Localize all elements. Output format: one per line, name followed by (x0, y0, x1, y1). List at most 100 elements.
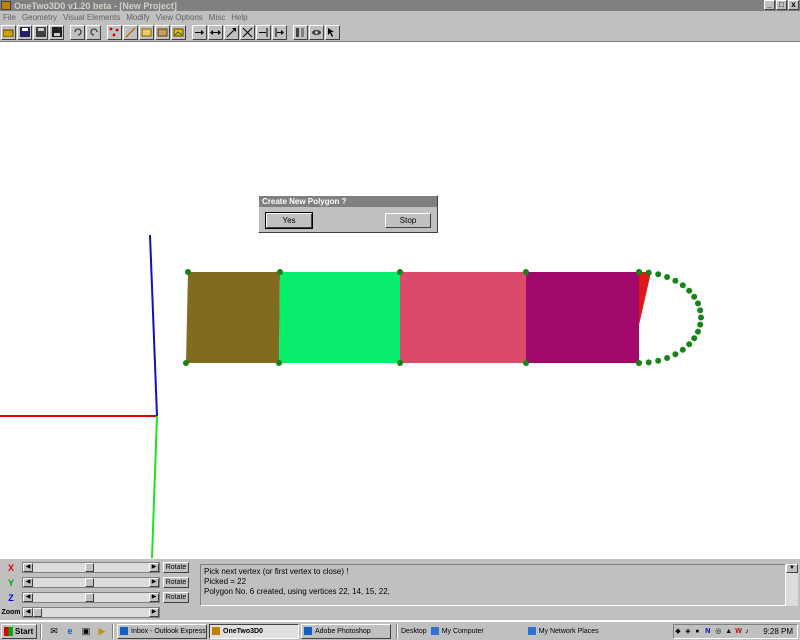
slider-left-arrow-icon[interactable]: ◀ (23, 578, 33, 587)
polygon-pink[interactable] (400, 272, 526, 363)
outlook-quicklaunch-icon[interactable]: ✉ (47, 624, 61, 638)
menu-visual-elements[interactable]: Visual Elements (63, 13, 120, 22)
open-icon[interactable] (1, 24, 16, 40)
select-icon[interactable] (325, 24, 340, 40)
desktop-link[interactable]: Desktop (401, 628, 427, 635)
task-onetwo3d0[interactable]: OneTwo3D0 (209, 623, 299, 639)
export-icon[interactable] (33, 24, 48, 40)
tray-icon[interactable]: W (735, 628, 743, 636)
polygon-red-sliver[interactable] (639, 272, 651, 325)
polygon-brown[interactable] (186, 272, 280, 363)
minimize-button[interactable]: _ (764, 0, 775, 10)
task-outlook[interactable]: Inbox - Outlook Express (117, 623, 207, 639)
save-icon[interactable] (17, 24, 32, 40)
texture-tool-icon[interactable] (155, 24, 170, 40)
log-scrollbar[interactable]: ▲ ▼ (786, 564, 798, 606)
slider-left-arrow-icon[interactable]: ◀ (23, 593, 33, 602)
line-tool-icon[interactable] (123, 24, 138, 40)
my-computer-link[interactable]: My Computer (430, 627, 484, 635)
yes-button[interactable]: Yes (265, 212, 313, 229)
menu-view-options[interactable]: View Options (156, 13, 203, 22)
move-both-icon[interactable] (208, 24, 223, 40)
arc-vertex[interactable] (655, 271, 662, 278)
slider-right-arrow-icon[interactable]: ▶ (149, 578, 159, 587)
speaker-icon[interactable]: ♪ (745, 628, 753, 636)
vertex[interactable] (183, 360, 189, 366)
vertex[interactable] (185, 269, 191, 275)
rotate-icon[interactable] (224, 24, 239, 40)
vertex[interactable] (276, 360, 282, 366)
polygon-purple[interactable] (526, 272, 639, 363)
slider-right-arrow-icon[interactable]: ▶ (149, 563, 159, 572)
slider-thumb[interactable] (85, 578, 94, 587)
menu-modify[interactable]: Modify (126, 13, 150, 22)
arc-vertex[interactable] (698, 314, 704, 321)
network-places-link[interactable]: My Network Places (527, 627, 599, 635)
close-button[interactable]: x (788, 0, 799, 10)
arc-vertex[interactable] (691, 335, 698, 342)
snap-icon[interactable] (272, 24, 287, 40)
tray-icon[interactable]: N (705, 628, 713, 636)
arc-vertex[interactable] (655, 357, 662, 364)
z-rotate-button[interactable]: Rotate (163, 592, 189, 603)
x-rotate-button[interactable]: Rotate (163, 562, 189, 573)
align-icon[interactable] (256, 24, 271, 40)
task-photoshop[interactable]: Adobe Photoshop (301, 623, 391, 639)
slider-thumb[interactable] (85, 593, 94, 602)
z-rotate-slider[interactable]: ◀ ▶ (22, 592, 160, 603)
vertex[interactable] (397, 360, 403, 366)
tray-icon[interactable]: ◆ (675, 628, 683, 636)
arc-vertex[interactable] (686, 341, 693, 348)
tray-icon[interactable]: ● (695, 628, 703, 636)
arc-vertex[interactable] (695, 300, 701, 307)
stop-button[interactable]: Stop (385, 213, 431, 228)
image-tool-icon[interactable] (171, 24, 186, 40)
menu-geometry[interactable]: Geometry (22, 13, 57, 22)
scene-canvas[interactable] (0, 42, 800, 558)
ie-quicklaunch-icon[interactable]: e (63, 624, 77, 638)
save-as-icon[interactable] (49, 24, 64, 40)
view-icon[interactable] (293, 24, 308, 40)
slider-right-arrow-icon[interactable]: ▶ (149, 593, 159, 602)
tray-icon[interactable]: ◎ (715, 628, 723, 636)
arc-vertex[interactable] (645, 359, 652, 366)
scroll-down-arrow-icon[interactable]: ▼ (786, 564, 798, 573)
arc-vertex[interactable] (664, 355, 671, 361)
polygon-tool-icon[interactable] (139, 24, 154, 40)
arc-vertex[interactable] (645, 269, 652, 276)
arc-vertex[interactable] (691, 293, 698, 300)
start-button[interactable]: Start (1, 623, 37, 639)
y-rotate-slider[interactable]: ◀ ▶ (22, 577, 160, 588)
undo-icon[interactable] (70, 24, 85, 40)
vertex[interactable] (523, 269, 529, 275)
vertex[interactable] (397, 269, 403, 275)
vertex[interactable] (523, 360, 529, 366)
redo-icon[interactable] (86, 24, 101, 40)
scale-icon[interactable] (240, 24, 255, 40)
x-rotate-slider[interactable]: ◀ ▶ (22, 562, 160, 573)
y-rotate-button[interactable]: Rotate (163, 577, 189, 588)
arc-vertex[interactable] (672, 351, 679, 358)
maximize-button[interactable]: □ (776, 0, 787, 10)
arc-vertex[interactable] (679, 346, 686, 353)
vertex[interactable] (277, 269, 283, 275)
menu-file[interactable]: File (3, 13, 16, 22)
tray-icon[interactable]: ▲ (725, 628, 733, 636)
desktop-quicklaunch-icon[interactable]: ▣ (79, 624, 93, 638)
media-quicklaunch-icon[interactable]: ▶ (95, 624, 109, 638)
move-icon[interactable] (192, 24, 207, 40)
slider-thumb[interactable] (85, 563, 94, 572)
arc-vertex[interactable] (697, 321, 704, 328)
polygon-green[interactable] (279, 272, 400, 363)
menu-misc[interactable]: Misc (209, 13, 225, 22)
camera-icon[interactable] (309, 24, 324, 40)
vertex-tool-icon[interactable] (107, 24, 122, 40)
slider-thumb[interactable] (33, 608, 42, 617)
arc-vertex[interactable] (672, 277, 679, 284)
arc-vertex[interactable] (695, 328, 701, 335)
slider-left-arrow-icon[interactable]: ◀ (23, 563, 33, 572)
slider-right-arrow-icon[interactable]: ▶ (149, 608, 159, 617)
arc-vertex[interactable] (636, 269, 642, 275)
slider-left-arrow-icon[interactable]: ◀ (23, 608, 33, 617)
tray-icon[interactable]: ◈ (685, 628, 693, 636)
